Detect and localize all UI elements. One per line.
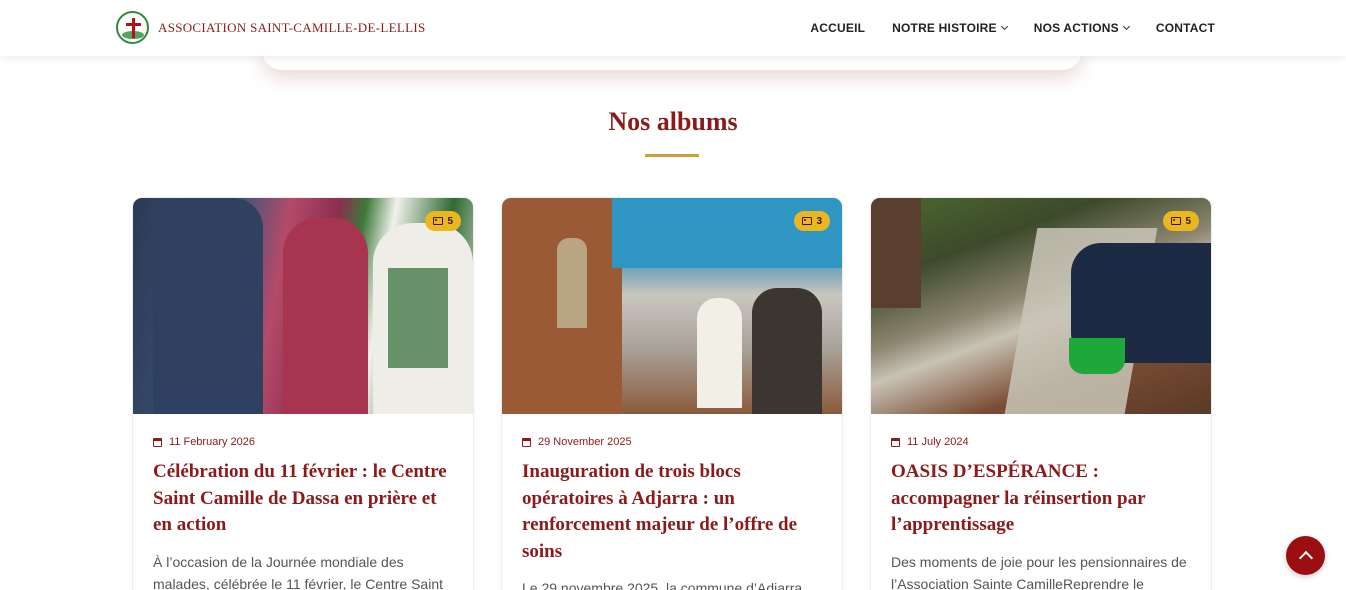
album-excerpt: À l’occasion de la Journée mondiale des … [153,553,444,590]
logo-icon [116,11,149,44]
brand[interactable]: ASSOCIATION SAINT-CAMILLE-DE-LELLIS [116,11,425,44]
chevron-up-icon [1298,550,1313,566]
nav-item-label: ACCUEIL [810,21,866,35]
album-excerpt: Le 29 novembre 2025, la commune d’Adjarr… [522,580,803,590]
date-text: 11 July 2024 [907,436,969,448]
main-nav: ACCUEIL NOTRE HISTOIRE NOS ACTIONS CONTA… [783,0,1215,56]
album-photo[interactable]: 5 [871,198,1211,414]
nav-item-label: NOTRE HISTOIRE [892,21,997,35]
nav-item-label: NOS ACTIONS [1033,21,1119,35]
album-date: 11 July 2024 [891,436,1191,448]
album-title[interactable]: OASIS D’ESPÉRANCE : accompagner la réins… [891,459,1191,539]
album-date: 11 February 2026 [153,436,453,448]
album-title[interactable]: Inauguration de trois blocs opératoires … [522,459,822,565]
title-underline [645,154,699,157]
images-icon [802,217,813,225]
album-excerpt: Des moments de joie pour les pensionnair… [891,553,1187,590]
section-title: Nos albums [608,107,738,136]
images-icon [1171,217,1182,225]
calendar-icon [522,437,531,447]
calendar-icon [153,437,162,447]
album-photo[interactable]: 5 [133,198,473,414]
nav-item-accueil[interactable]: ACCUEIL [810,21,865,35]
album-card[interactable]: 5 11 July 2024 OASIS D’ESPÉRANCE : accom… [870,197,1212,590]
chevron-down-icon [1122,22,1130,31]
album-date: 29 November 2025 [522,436,822,448]
nav-item-nos-actions[interactable]: NOS ACTIONS [1033,21,1130,35]
images-icon [433,217,444,225]
date-text: 11 February 2026 [169,436,256,448]
album-card[interactable]: 5 11 February 2026 Célébration du 11 fév… [132,197,474,590]
date-text: 29 November 2025 [538,436,632,448]
photo-count: 3 [816,215,822,227]
album-card[interactable]: 3 29 November 2025 Inauguration de trois… [501,197,843,590]
photo-count: 5 [1185,215,1191,227]
navbar: ASSOCIATION SAINT-CAMILLE-DE-LELLIS ACCU… [0,0,1346,56]
photo-count: 5 [447,215,453,227]
photo-count-badge: 3 [794,211,830,231]
nav-item-contact[interactable]: CONTACT [1156,21,1215,35]
calendar-icon [891,437,900,447]
photo-count-badge: 5 [1163,211,1199,231]
nav-item-notre-histoire[interactable]: NOTRE HISTOIRE [892,21,1008,35]
nav-item-label: CONTACT [1155,21,1215,35]
brand-name[interactable]: ASSOCIATION SAINT-CAMILLE-DE-LELLIS [158,20,425,36]
album-title[interactable]: Célébration du 11 février : le Centre Sa… [153,459,453,539]
chevron-down-icon [1000,22,1008,31]
album-photo[interactable]: 3 [502,198,842,414]
photo-count-badge: 5 [425,211,461,231]
back-to-top-button[interactable] [1286,536,1325,575]
